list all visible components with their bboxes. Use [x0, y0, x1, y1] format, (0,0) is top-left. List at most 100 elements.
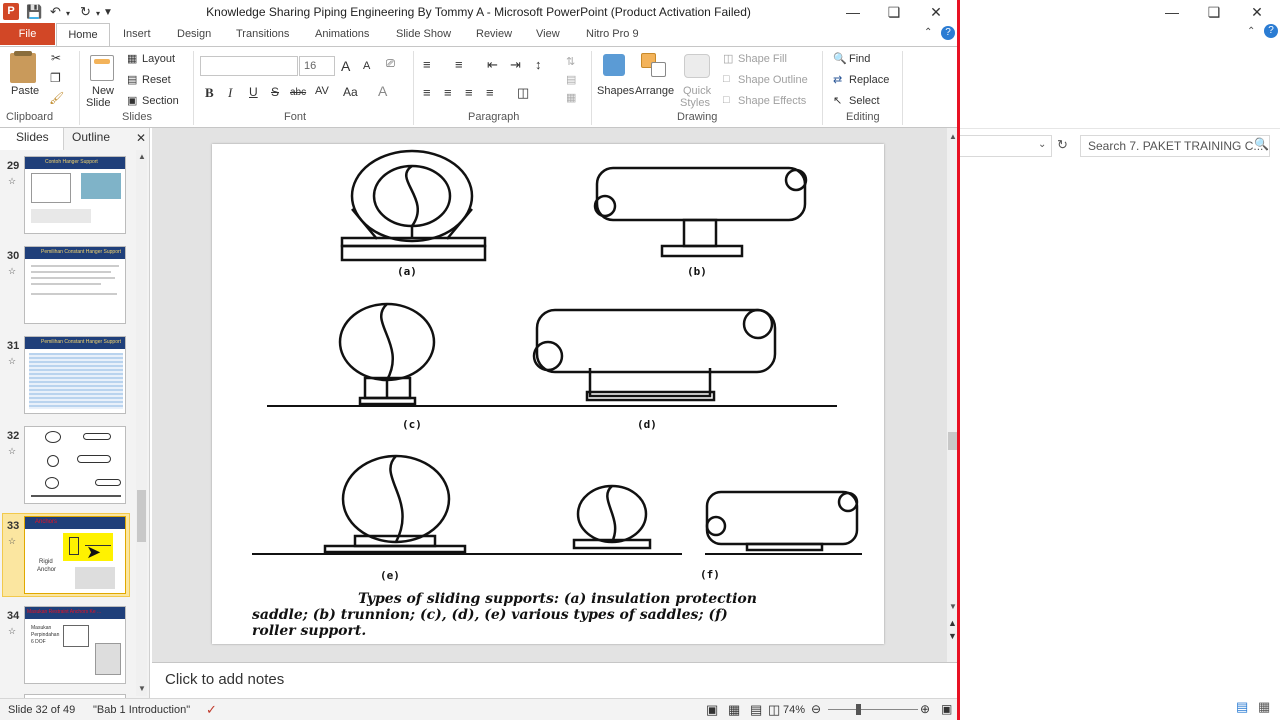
italic-button[interactable]: I: [228, 85, 232, 101]
change-case-button[interactable]: Aa: [343, 85, 358, 99]
layout-icon[interactable]: ▦: [127, 52, 137, 65]
clear-formatting-icon[interactable]: ⎚: [386, 58, 395, 71]
scroll-down-icon[interactable]: ▼: [138, 684, 146, 693]
select-button[interactable]: Select: [849, 95, 880, 107]
tab-outline[interactable]: Outline: [72, 130, 110, 144]
zoom-slider[interactable]: [828, 709, 918, 710]
quick-styles-label-1[interactable]: Quick: [683, 85, 711, 97]
section-icon[interactable]: ▣: [127, 94, 137, 107]
justify-icon[interactable]: ≡: [486, 85, 494, 100]
notes-pane[interactable]: Click to add notes: [152, 662, 957, 698]
next-slide-icon[interactable]: ▼: [948, 631, 957, 641]
find-icon[interactable]: 🔍: [833, 52, 847, 65]
explorer-close-button[interactable]: ✕: [1242, 2, 1272, 22]
strikethrough-button[interactable]: S: [271, 85, 279, 99]
shape-effects-button[interactable]: Shape Effects: [738, 95, 806, 107]
slide-thumbnail-33[interactable]: Anchors Rigid Anchor: [24, 516, 126, 594]
bold-button[interactable]: B: [205, 85, 214, 101]
shape-outline-button[interactable]: Shape Outline: [738, 74, 808, 86]
align-center-icon[interactable]: ≡: [444, 85, 452, 100]
quick-styles-label-2[interactable]: Styles: [680, 97, 710, 109]
large-icons-view-icon[interactable]: ▦: [1258, 699, 1270, 715]
scroll-up-icon[interactable]: ▲: [949, 132, 957, 141]
grow-font-icon[interactable]: A: [341, 58, 350, 74]
decrease-indent-icon[interactable]: ⇤: [487, 57, 498, 73]
underline-button[interactable]: U: [249, 85, 258, 99]
slideshow-view-icon[interactable]: ◫: [768, 702, 780, 718]
reading-view-icon[interactable]: ▤: [750, 702, 762, 718]
slide-thumbnail-30[interactable]: Pemilihan Constant Hanger Support: [24, 246, 126, 324]
explorer-minimize-button[interactable]: —: [1157, 2, 1187, 22]
tab-transitions[interactable]: Transitions: [236, 28, 289, 40]
paste-icon[interactable]: [10, 53, 36, 83]
zoom-level[interactable]: 74%: [783, 704, 805, 716]
tab-animations[interactable]: Animations: [315, 28, 369, 40]
slide-thumbnail-31[interactable]: Pemilihan Constant Hanger Support: [24, 336, 126, 414]
shrink-font-icon[interactable]: A: [363, 60, 370, 72]
address-dropdown-icon[interactable]: ⌄: [1038, 139, 1046, 150]
scroll-thumb[interactable]: [137, 490, 146, 542]
numbering-icon[interactable]: ≡: [455, 57, 463, 72]
shape-effects-icon[interactable]: □: [723, 94, 730, 106]
normal-view-icon[interactable]: ▣: [706, 702, 718, 718]
arrange-button[interactable]: Arrange: [635, 85, 674, 97]
align-right-icon[interactable]: ≡: [465, 85, 473, 100]
tab-nitro-pro[interactable]: Nitro Pro 9: [586, 28, 639, 40]
shape-fill-button[interactable]: Shape Fill: [738, 53, 787, 65]
bullets-icon[interactable]: ≡: [423, 57, 431, 72]
tab-slides[interactable]: Slides: [16, 130, 49, 144]
scroll-down-icon[interactable]: ▼: [949, 602, 957, 611]
font-name-combobox[interactable]: [200, 56, 298, 76]
slides-pane-scrollbar[interactable]: ▲ ▼: [136, 150, 147, 696]
text-direction-icon[interactable]: ⇅: [566, 55, 575, 68]
new-slide-label-1[interactable]: New: [92, 85, 114, 97]
increase-indent-icon[interactable]: ⇥: [510, 57, 521, 73]
slide-sorter-icon[interactable]: ▦: [728, 702, 740, 718]
previous-slide-icon[interactable]: ▲: [948, 618, 957, 628]
select-icon[interactable]: ↖: [833, 94, 842, 107]
section-button[interactable]: Section: [142, 95, 179, 107]
shapes-button[interactable]: Shapes: [597, 85, 634, 97]
shapes-icon[interactable]: [603, 54, 625, 76]
close-button[interactable]: ✕: [921, 2, 951, 22]
refresh-icon[interactable]: ↻: [1057, 137, 1068, 153]
zoom-slider-thumb[interactable]: [856, 704, 861, 715]
zoom-out-icon[interactable]: ⊖: [811, 702, 821, 716]
tab-home[interactable]: Home: [56, 23, 110, 47]
smartart-icon[interactable]: ▦: [566, 91, 576, 104]
reset-button[interactable]: Reset: [142, 74, 171, 86]
tab-insert[interactable]: Insert: [123, 28, 151, 40]
character-spacing-button[interactable]: AV: [315, 85, 329, 97]
address-bar[interactable]: ⌄: [960, 135, 1052, 157]
align-left-icon[interactable]: ≡: [423, 85, 431, 100]
line-spacing-icon[interactable]: ↕: [535, 57, 542, 72]
replace-icon[interactable]: ⇄: [833, 73, 842, 86]
format-painter-icon[interactable]: 🖌: [49, 91, 64, 105]
font-size-combobox[interactable]: 16: [299, 56, 335, 76]
new-slide-label-2[interactable]: Slide: [86, 97, 110, 109]
align-text-icon[interactable]: ▤: [566, 73, 576, 86]
restore-button[interactable]: ❏: [879, 2, 909, 22]
find-button[interactable]: Find: [849, 53, 870, 65]
tab-file[interactable]: File: [0, 23, 55, 45]
quick-styles-icon[interactable]: [684, 54, 710, 78]
shape-outline-icon[interactable]: □: [723, 73, 730, 85]
close-pane-icon[interactable]: ✕: [136, 131, 146, 145]
details-view-icon[interactable]: ▤: [1236, 699, 1248, 715]
search-icon[interactable]: 🔍: [1254, 137, 1269, 151]
notes-placeholder[interactable]: Click to add notes: [165, 671, 284, 688]
explorer-restore-button[interactable]: ❏: [1199, 2, 1229, 22]
font-color-icon[interactable]: A: [378, 83, 387, 99]
tab-design[interactable]: Design: [177, 28, 211, 40]
copy-icon[interactable]: ❐: [50, 71, 61, 85]
fit-to-window-icon[interactable]: ▣: [941, 702, 952, 716]
columns-icon[interactable]: ◫: [517, 85, 529, 101]
minimize-button[interactable]: —: [838, 2, 868, 22]
replace-button[interactable]: Replace: [849, 74, 889, 86]
reset-icon[interactable]: ▤: [127, 73, 137, 86]
tab-review[interactable]: Review: [476, 28, 512, 40]
search-input[interactable]: Search 7. PAKET TRAINING C...: [1080, 135, 1270, 157]
cut-icon[interactable]: ✂: [51, 51, 61, 65]
tab-view[interactable]: View: [536, 28, 560, 40]
help-icon[interactable]: ?: [941, 26, 955, 40]
